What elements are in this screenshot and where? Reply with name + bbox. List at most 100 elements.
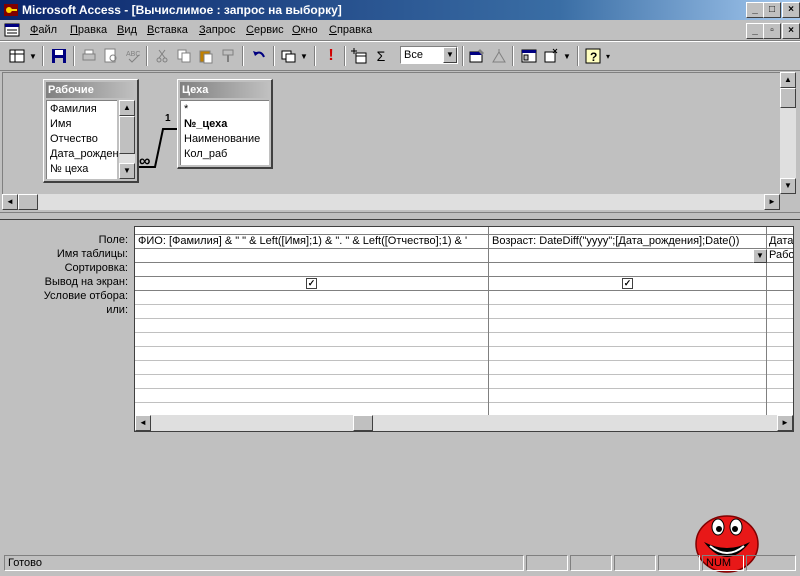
help-icon[interactable]: ?	[582, 45, 604, 67]
menu-item-6[interactable]: Окно	[292, 24, 318, 36]
workers-scroll-up-icon[interactable]: ▲	[119, 100, 135, 116]
tables-pane-hscrollbar[interactable]: ◄ ►	[2, 194, 780, 210]
tables-hscroll-thumb[interactable]	[18, 194, 38, 210]
properties-icon[interactable]	[466, 45, 488, 67]
table-field[interactable]: Наименование	[184, 133, 260, 145]
doc-close-button[interactable]: ×	[782, 23, 800, 39]
table-workers-title[interactable]: Рабочие	[46, 82, 135, 98]
table-name-dropdown[interactable]: ▼	[489, 249, 767, 263]
run-icon[interactable]: !	[320, 45, 342, 67]
show-table-icon[interactable]	[348, 45, 370, 67]
table-field[interactable]: № цеха	[50, 163, 88, 175]
menu-item-label: ид	[124, 24, 137, 36]
paste-icon[interactable]	[195, 45, 217, 67]
top-values-combo[interactable]: Все ▼	[400, 46, 458, 64]
menu-item-7[interactable]: Справка	[329, 24, 372, 36]
query-toolbar: ▼ ABC ▼ ! Σ Все ▼ ▼ ? ▾	[0, 41, 800, 71]
status-pane-3	[614, 555, 656, 571]
status-num: NUM	[702, 555, 744, 571]
grid-scroll-left-icon[interactable]: ◄	[135, 415, 151, 431]
workers-scrollbar[interactable]: ▲ ▼	[119, 100, 135, 179]
table-workshops[interactable]: Цеха * №_цеха Наименование Кол_раб	[177, 79, 273, 169]
query-design-grid[interactable]: ФИО: [Фамилия] & " " & Left([Имя];1) & "…	[134, 226, 794, 432]
menu-item-1[interactable]: Правка	[70, 24, 107, 36]
menu-item-0[interactable]: Файл	[30, 24, 57, 36]
view-icon[interactable]	[6, 45, 28, 67]
query-type-dropdown-icon[interactable]: ▼	[298, 45, 310, 67]
show-checkbox[interactable]: ✓	[622, 278, 633, 289]
table-field[interactable]: №_цеха	[184, 118, 227, 130]
status-text: Готово	[4, 555, 524, 571]
database-window-icon[interactable]	[518, 45, 540, 67]
print-preview-icon[interactable]	[100, 45, 122, 67]
tables-scroll-down-icon[interactable]: ▼	[780, 178, 796, 194]
show-checkbox[interactable]: ✓	[306, 278, 317, 289]
table-field[interactable]: Отчество	[50, 133, 98, 145]
cut-icon[interactable]	[151, 45, 173, 67]
menu-item-4[interactable]: Запрос	[199, 24, 235, 36]
grid-row-label: Поле:	[98, 234, 128, 246]
grid-row-label: Условие отбора:	[43, 290, 128, 302]
table-field[interactable]: *	[184, 103, 188, 115]
new-object-dropdown-icon[interactable]: ▼	[561, 45, 573, 67]
workers-scroll-down-icon[interactable]: ▼	[119, 163, 135, 179]
pane-splitter[interactable]	[0, 212, 800, 220]
menu-item-hotkey: З	[199, 24, 206, 36]
new-object-icon[interactable]	[540, 45, 562, 67]
query-window-icon[interactable]	[4, 22, 20, 38]
menu-item-label: правка	[336, 24, 373, 36]
menu-item-2[interactable]: Вид	[117, 24, 137, 36]
menu-item-label: кно	[300, 24, 318, 36]
top-values-dropdown-icon[interactable]: ▼	[443, 47, 457, 63]
table-field[interactable]: Кол_раб	[184, 148, 227, 160]
grid-field-cell[interactable]: Дата	[769, 235, 793, 247]
menu-item-5[interactable]: Сервис	[246, 24, 284, 36]
copy-icon[interactable]	[173, 45, 195, 67]
svg-text:?: ?	[590, 50, 597, 64]
undo-icon[interactable]	[248, 45, 270, 67]
minimize-button[interactable]: _	[746, 2, 764, 18]
tables-vscroll-thumb[interactable]	[780, 88, 796, 108]
tables-scroll-up-icon[interactable]: ▲	[780, 72, 796, 88]
grid-field-cell[interactable]: ФИО: [Фамилия] & " " & Left([Имя];1) & "…	[138, 235, 486, 247]
menu-item-label: ервис	[253, 24, 284, 36]
table-name-dropdown-icon[interactable]: ▼	[753, 249, 767, 263]
access-key-icon	[4, 4, 18, 16]
grid-hscroll-thumb[interactable]	[353, 415, 373, 431]
save-icon[interactable]	[48, 45, 70, 67]
window-title: Microsoft Access - [Вычислимое : запрос …	[22, 3, 342, 17]
grid-scroll-right-icon[interactable]: ►	[777, 415, 793, 431]
maximize-button[interactable]: □	[763, 2, 781, 18]
tables-scroll-left-icon[interactable]: ◄	[2, 194, 18, 210]
query-design-tables-pane[interactable]: Рабочие Фамилия Имя Отчество Дата_рожден № ц…	[2, 72, 781, 195]
grid-hscrollbar[interactable]: ◄ ►	[135, 415, 793, 431]
view-dropdown-icon[interactable]: ▼	[27, 45, 39, 67]
table-field[interactable]: Фамилия	[50, 103, 97, 115]
tables-pane-vscrollbar[interactable]: ▲ ▼	[780, 72, 796, 194]
table-workshops-field-list[interactable]: * №_цеха Наименование Кол_раб	[180, 100, 269, 165]
title-bar[interactable]: Microsoft Access - [Вычислимое : запрос …	[0, 0, 800, 20]
spelling-icon[interactable]: ABC	[122, 45, 144, 67]
doc-minimize-button[interactable]: _	[746, 23, 764, 39]
tables-scroll-right-icon[interactable]: ►	[764, 194, 780, 210]
workers-scroll-thumb[interactable]	[119, 116, 135, 154]
help-dropdown-icon[interactable]: ▾	[602, 45, 614, 67]
grid-row-label: Имя таблицы:	[56, 248, 128, 260]
table-field[interactable]: Дата_рожден	[50, 148, 119, 160]
relationship-many-label: ∞	[139, 153, 151, 170]
build-icon[interactable]	[488, 45, 510, 67]
table-workers-field-list[interactable]: Фамилия Имя Отчество Дата_рожден № цеха	[46, 100, 119, 179]
print-icon[interactable]	[78, 45, 100, 67]
query-type-icon[interactable]	[278, 45, 300, 67]
format-painter-icon[interactable]	[217, 45, 239, 67]
grid-field-cell[interactable]: Возраст: DateDiff("yyyy";[Дата_рождения]…	[492, 235, 764, 247]
status-pane-2	[570, 555, 612, 571]
doc-restore-button[interactable]: ▫	[763, 23, 781, 39]
grid-table-cell[interactable]: Рабо	[769, 249, 793, 261]
totals-icon[interactable]: Σ	[370, 45, 392, 67]
menu-item-3[interactable]: Вставка	[147, 24, 188, 36]
table-workshops-title[interactable]: Цеха	[180, 82, 269, 98]
close-button[interactable]: ×	[782, 2, 800, 18]
table-field[interactable]: Имя	[50, 118, 71, 130]
table-workers[interactable]: Рабочие Фамилия Имя Отчество Дата_рожден № ц…	[43, 79, 139, 183]
